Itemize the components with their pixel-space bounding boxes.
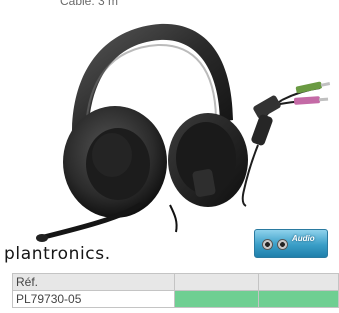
table-header-row: Réf.	[12, 273, 339, 291]
audio-cable	[241, 81, 331, 207]
audio-jack-icon	[277, 239, 288, 250]
table-row: PL79730-05	[12, 290, 339, 308]
reference-table: Réf. PL79730-05	[12, 273, 339, 308]
audio-badge-label: Audio	[292, 234, 315, 243]
ref-value-cell: PL79730-05	[12, 290, 175, 308]
status-cell-green	[174, 290, 259, 308]
audio-jack-icon	[262, 239, 273, 250]
brand-name: plantronics	[4, 244, 105, 264]
brand-dot: .	[104, 244, 111, 264]
header-cell-2	[174, 273, 259, 291]
header-cell-ref: Réf.	[12, 273, 175, 291]
audio-badge: Audio	[254, 229, 328, 258]
header-cell-3	[258, 273, 339, 291]
brand-logo: plantronics.	[4, 244, 111, 264]
status-cell-green	[258, 290, 339, 308]
headset-photo	[36, 23, 331, 242]
